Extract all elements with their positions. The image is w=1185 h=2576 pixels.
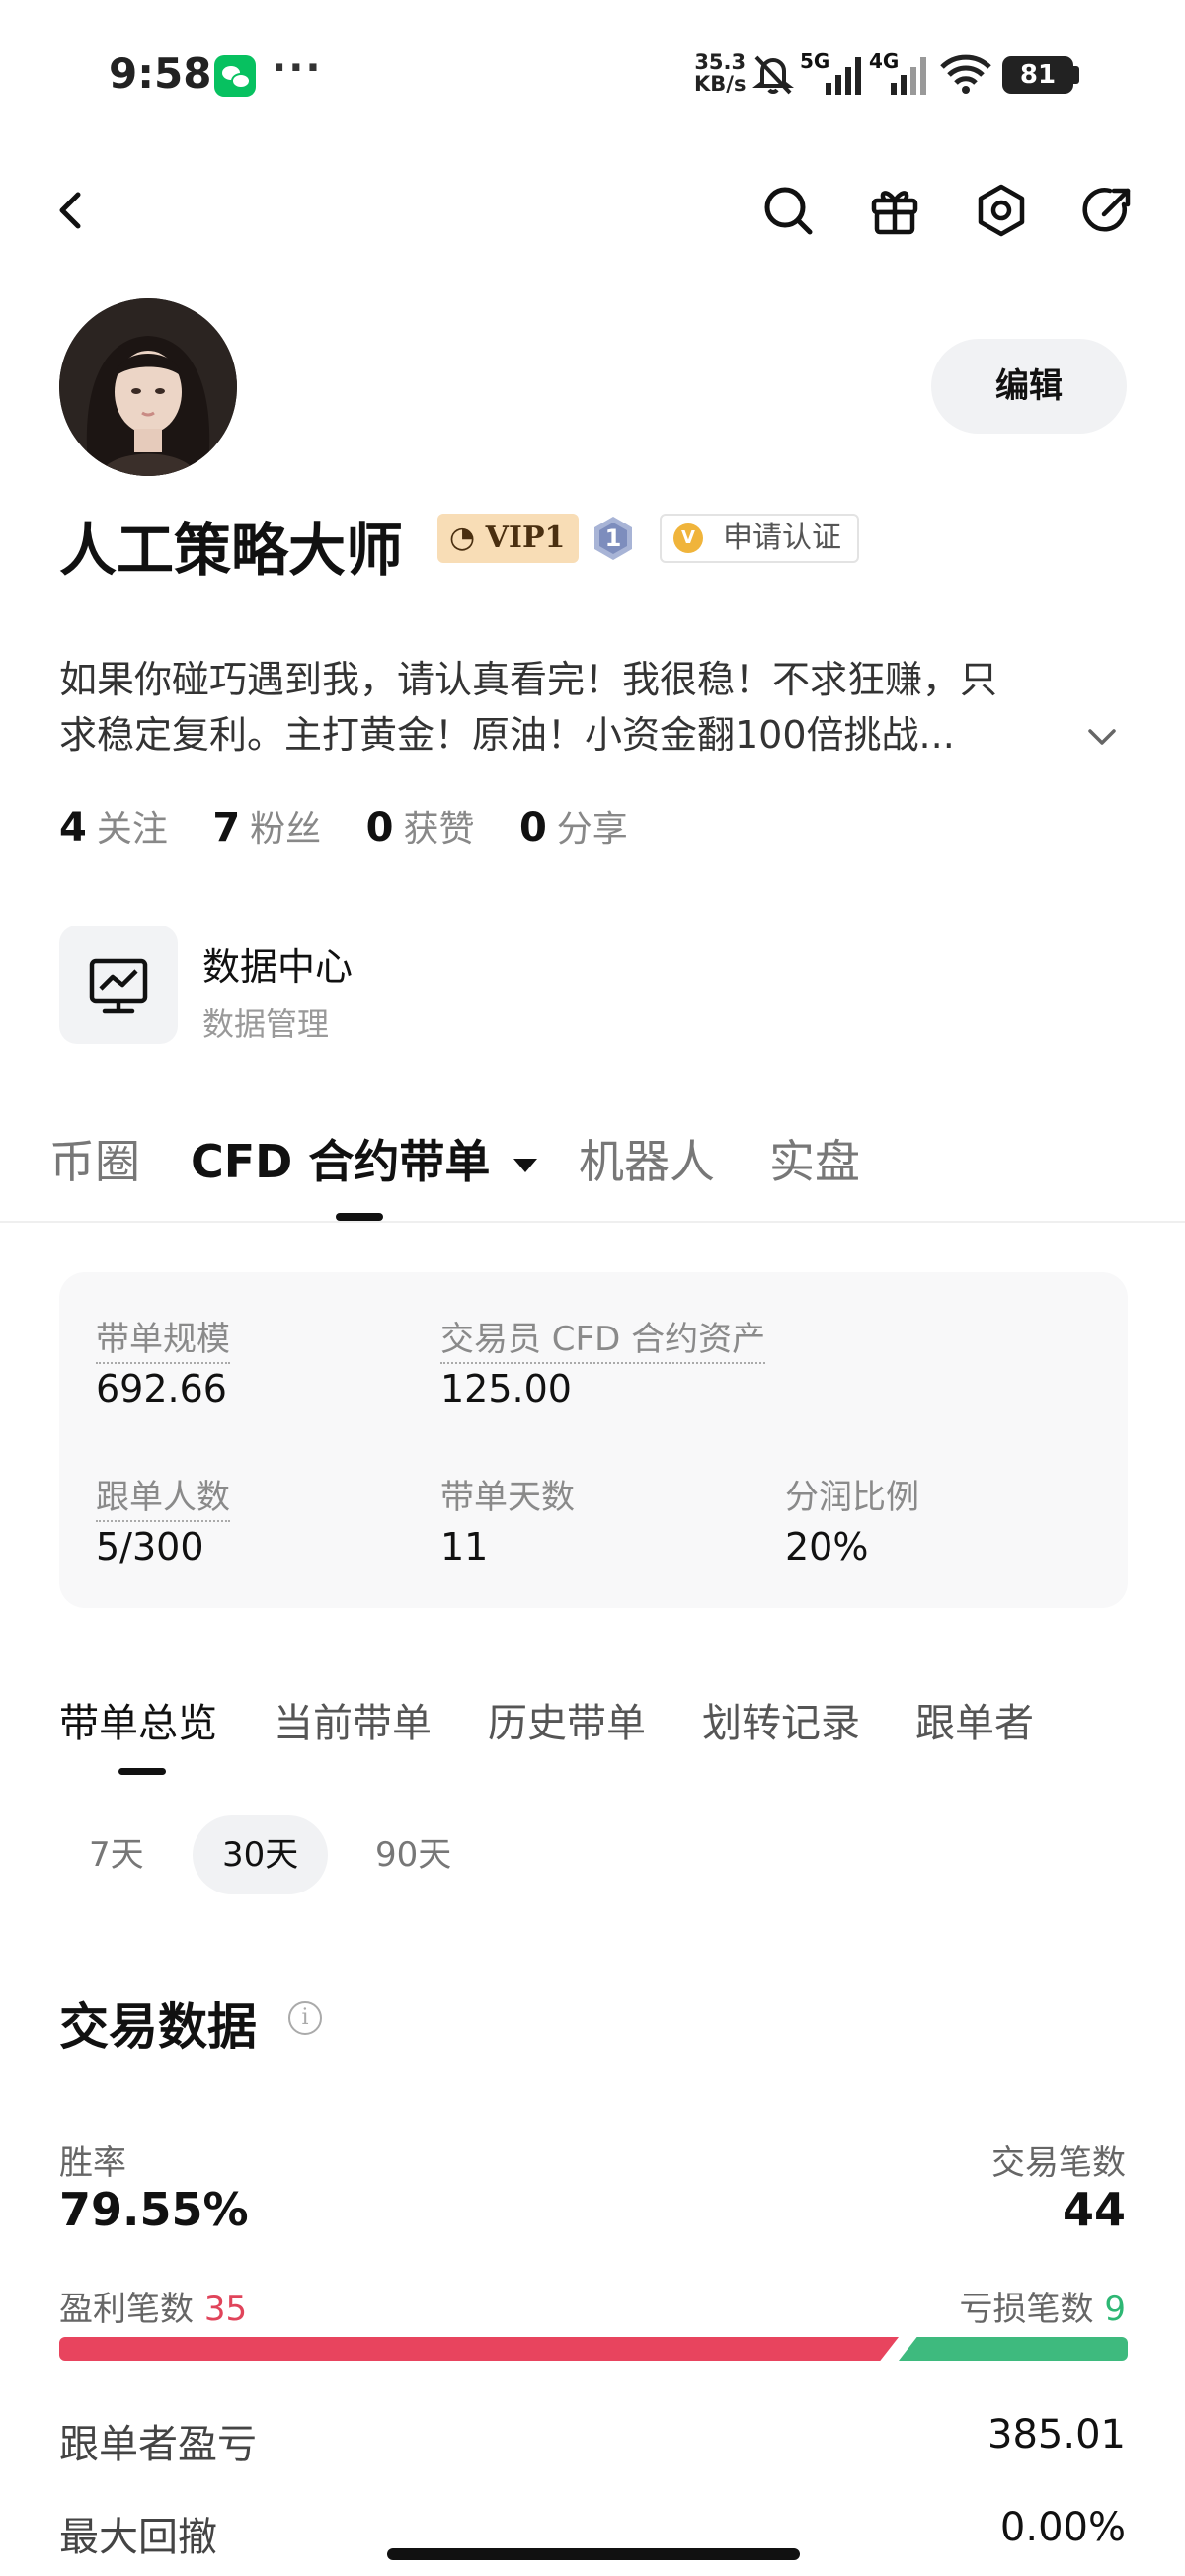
settings-icon[interactable] (972, 181, 1031, 240)
tab-robot[interactable]: 机器人 (579, 1126, 715, 1191)
followers-count-value: 5/300 (96, 1525, 204, 1569)
trade-data-title: 交易数据 (59, 1998, 257, 2055)
tab-transfer-records[interactable]: 划转记录 (702, 1691, 860, 1748)
share-icon[interactable] (1078, 181, 1138, 240)
network-speed-value: 35.3 (694, 50, 747, 74)
data-center-title[interactable]: 数据中心 (202, 936, 353, 991)
home-indicator[interactable] (387, 2548, 800, 2560)
edit-profile-button[interactable]: 编辑 (931, 339, 1127, 434)
bio-line-2: 求稳定复利。主打黄金！原油！小资金翻100倍挑战... (59, 713, 955, 757)
status-time: 9:58 (109, 49, 212, 98)
tab-overview[interactable]: 带单总览 (59, 1691, 217, 1748)
more-notifications-icon: ··· (272, 45, 323, 91)
signal-4g-icon (891, 57, 926, 95)
battery-indicator: 81 (1002, 56, 1073, 94)
win-rate-value: 79.55% (59, 2183, 249, 2236)
caret-down-icon[interactable] (514, 1158, 538, 1172)
stat-following[interactable]: 4 关注 (59, 805, 168, 850)
vip-label: VIP1 (485, 521, 566, 555)
win-rate-label: 胜率 (59, 2143, 126, 2183)
network-speed-unit: KB/s (694, 72, 747, 96)
profit-trades: 盈利笔数 35 (59, 2282, 247, 2330)
asset-label[interactable]: 交易员 CFD 合约资产 (440, 1312, 766, 1364)
battery-tip (1073, 66, 1079, 84)
back-arrow-icon[interactable] (42, 181, 102, 240)
scale-label[interactable]: 带单规模 (96, 1312, 230, 1364)
data-center-subtitle: 数据管理 (202, 1006, 330, 1043)
level-badge[interactable]: 1 (591, 514, 636, 563)
loss-trades: 亏损笔数 9 (960, 2282, 1126, 2330)
tabs-divider (0, 1221, 1185, 1223)
chevron-down-icon[interactable] (1082, 717, 1122, 757)
follower-pnl-label: 跟单者盈亏 (59, 2422, 257, 2467)
tab-live-account[interactable]: 实盘 (769, 1126, 860, 1191)
loss-trades-label: 亏损笔数 (959, 2290, 1094, 2329)
profile-name: 人工策略大师 (59, 517, 404, 584)
network-speed: 35.3 KB/s (694, 51, 746, 95)
stat-fans[interactable]: 7 粉丝 (212, 805, 321, 850)
data-center-entry[interactable] (59, 926, 178, 1044)
profit-trades-count: 35 (203, 2290, 248, 2329)
tab-history-orders[interactable]: 历史带单 (488, 1691, 646, 1748)
max-drawdown-label: 最大回撤 (59, 2515, 217, 2560)
range-7d[interactable]: 7天 (59, 1815, 174, 1894)
days-value: 11 (440, 1525, 489, 1569)
asset-value: 125.00 (440, 1367, 572, 1410)
vip-logo-icon: ◔ (449, 521, 476, 555)
profit-share-label: 分润比例 (785, 1478, 919, 1517)
tab-followers[interactable]: 跟单者 (915, 1691, 1034, 1748)
mute-bell-icon (752, 55, 794, 95)
stat-likes[interactable]: 0 获赞 (366, 805, 475, 850)
loss-trades-count: 9 (1104, 2290, 1126, 2329)
gift-icon[interactable] (865, 181, 924, 240)
tab-crypto[interactable]: 币圈 (49, 1126, 140, 1191)
avatar-portrait-icon (59, 298, 237, 476)
trade-count-label: 交易笔数 (991, 2143, 1126, 2183)
search-icon[interactable] (758, 181, 818, 240)
monitor-chart-icon (89, 958, 148, 1014)
profit-trades-label: 盈利笔数 (59, 2290, 194, 2329)
profile-bio[interactable]: 如果你碰巧遇到我，请认真看完！我很稳！不求狂赚，只 求稳定复利。主打黄金！原油！… (59, 652, 1106, 763)
level-number: 1 (604, 524, 622, 552)
tab-cfd-label: CFD 合约带单 (191, 1135, 491, 1188)
verified-badge-icon: V (673, 523, 703, 553)
profile-stats: 4 关注 7 粉丝 0 获赞 0 分享 (59, 800, 662, 851)
avatar[interactable] (59, 298, 237, 476)
wechat-notification-icon (214, 55, 256, 97)
range-90d[interactable]: 90天 (346, 1815, 481, 1894)
max-drawdown-value: 0.00% (999, 2505, 1126, 2550)
follower-pnl-value: 385.01 (988, 2412, 1126, 2457)
vip-badge[interactable]: ◔ VIP1 (437, 514, 580, 563)
stat-shares[interactable]: 0 分享 (519, 805, 628, 850)
sub-tab-indicator (118, 1768, 166, 1775)
tab-cfd-copy-trading[interactable]: CFD 合约带单 (191, 1126, 538, 1191)
bio-line-1: 如果你碰巧遇到我，请认真看完！我很稳！不求狂赚，只 (59, 658, 998, 701)
loss-ratio-bar (899, 2337, 1128, 2361)
profit-share-value: 20% (785, 1525, 869, 1569)
apply-verification-label: 申请认证 (723, 521, 841, 555)
range-30d[interactable]: 30天 (193, 1815, 329, 1894)
signal-5g-icon (826, 57, 861, 95)
days-label: 带单天数 (440, 1478, 575, 1517)
profit-ratio-bar (59, 2337, 899, 2361)
scale-value: 692.66 (96, 1367, 227, 1410)
followers-count-label[interactable]: 跟单人数 (96, 1470, 230, 1522)
wifi-icon (940, 54, 991, 94)
tab-current-orders[interactable]: 当前带单 (274, 1691, 432, 1748)
trade-count-value: 44 (1062, 2183, 1126, 2236)
info-icon[interactable]: i (288, 2001, 322, 2035)
active-tab-indicator (336, 1213, 383, 1221)
